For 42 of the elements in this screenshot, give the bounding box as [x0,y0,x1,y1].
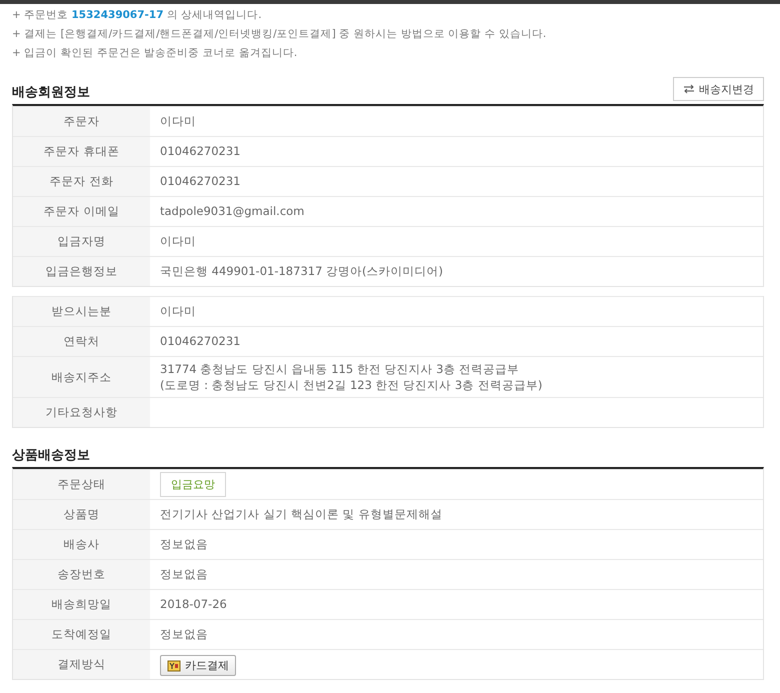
field-label: 주문자 이메일 [13,197,150,226]
status-badge: 입금요망 [160,472,226,497]
field-value: 전기기사 산업기사 실기 핵심이론 및 유형별문제해설 [160,506,444,523]
section-title: 배송회원정보 [12,84,90,101]
field-value: 정보없음 [160,536,209,553]
field-label: 입금자명 [13,227,150,256]
field-label: 기타요청사항 [13,398,150,427]
field-value: 정보없음 [160,626,209,643]
address-line: (도로명 : 충청남도 당진시 천변2길 123 한전 당진지사 3층 전력공급부) [160,377,544,393]
field-value: 01046270231 [160,173,242,190]
field-label: 주문자 전화 [13,167,150,196]
field-value: 2018-07-26 [160,596,228,613]
swap-icon [683,84,695,94]
section-title: 상품배송정보 [12,447,90,464]
payment-method-button[interactable]: 카드결제 [160,655,236,676]
field-value: 01046270231 [160,333,242,350]
field-value: 이다미 [160,113,197,130]
note-text: + 결제는 [은행결제/카드결제/핸드폰결제/인터넷뱅킹/포인트결제] 중 원하시는 방법으로 이용할 수 있습니다. [12,27,548,42]
field-label: 도착예정일 [13,620,150,649]
field-label: 주문자 [13,107,150,136]
field-value: 이다미 [160,233,197,250]
field-label: 배송희망일 [13,590,150,619]
note-text: + 주문번호 1532439067-17 의 상세내역입니다. [12,8,263,23]
field-label: 배송사 [13,530,150,559]
field-label: 배송지주소 [13,357,150,397]
field-value: 이다미 [160,303,197,320]
field-label: 상품명 [13,500,150,529]
address-line: 31774 충청남도 당진시 읍내동 115 한전 당진지사 3층 전력공급부 [160,361,520,377]
field-label: 결제방식 [13,650,150,679]
field-label: 송장번호 [13,560,150,589]
field-value: tadpole9031@gmail.com [160,203,306,220]
change-address-button[interactable]: 배송지변경 [673,77,764,101]
field-value: 01046270231 [160,143,242,160]
field-label: 받으시는분 [13,297,150,326]
field-label: 연락처 [13,327,150,356]
field-label: 주문상태 [13,470,150,499]
field-label: 주문자 휴대폰 [13,137,150,166]
field-value: 정보없음 [160,566,209,583]
field-value: 국민은행 449901-01-187317 강명아(스카이미디어) [160,263,444,280]
card-payment-icon [167,659,181,672]
note-text: + 입금이 확인된 주문건은 발송준비중 코너로 옮겨집니다. [12,46,298,61]
field-label: 입금은행정보 [13,257,150,286]
